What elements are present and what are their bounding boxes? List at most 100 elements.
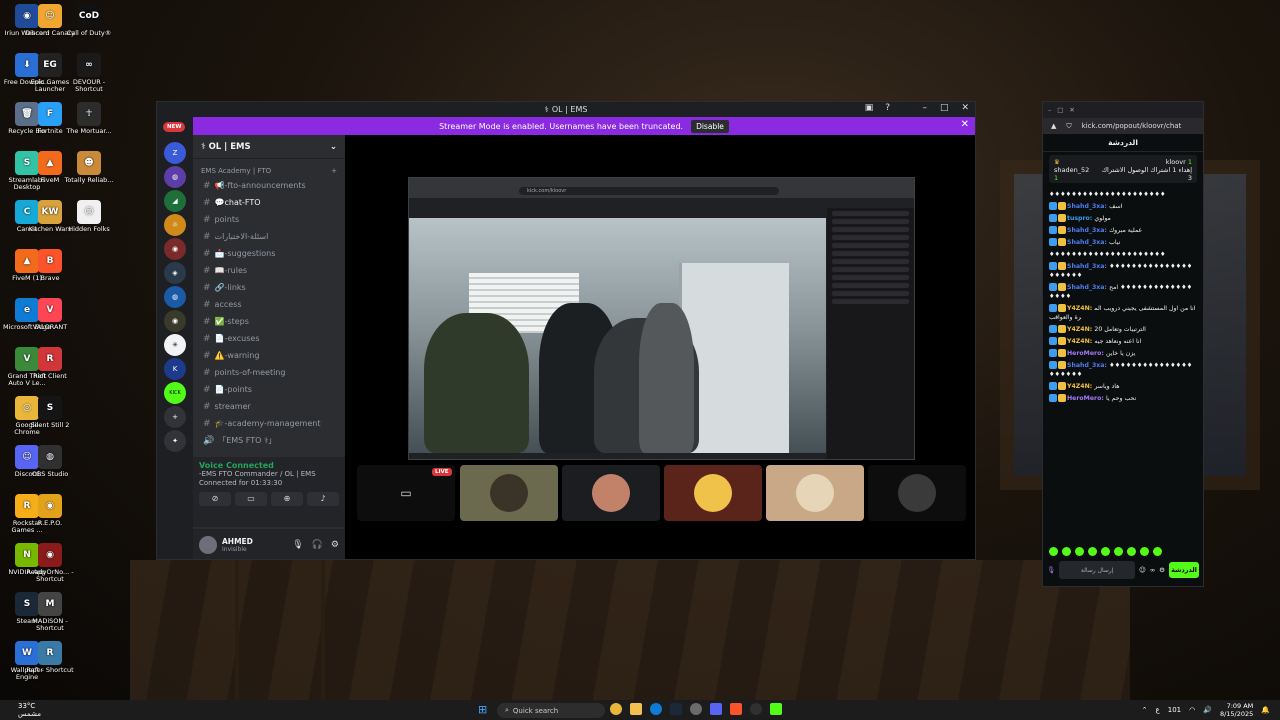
- desktop-shortcut[interactable]: ◍ OBS Studio: [25, 445, 75, 493]
- channel-item[interactable]: # 📖-rules: [193, 262, 345, 279]
- emote-icon[interactable]: [1088, 547, 1097, 556]
- gear-icon[interactable]: ⚙: [331, 540, 339, 550]
- headphones-icon[interactable]: 🎧: [312, 540, 323, 550]
- tile-participant[interactable]: [766, 465, 864, 521]
- server-icon-dark[interactable]: ◈: [164, 262, 186, 284]
- minimize-button[interactable]: –: [1048, 106, 1051, 114]
- emoji-icon[interactable]: ☺: [1139, 566, 1146, 574]
- activity-button[interactable]: ⊕: [271, 492, 303, 506]
- explore-icon[interactable]: ✦: [164, 430, 186, 452]
- banner-close-icon[interactable]: ✕: [961, 119, 969, 130]
- server-icon-blue[interactable]: ◍: [164, 286, 186, 308]
- desktop-shortcut[interactable]: ☥ The Mortuar...: [64, 102, 114, 150]
- channel-item[interactable]: # ✅-steps: [193, 313, 345, 330]
- tile-participant[interactable]: [664, 465, 762, 521]
- start-icon[interactable]: ⊞: [478, 703, 487, 716]
- channel-item[interactable]: # 🎓-academy-management: [193, 415, 345, 432]
- emote-icon[interactable]: [1114, 547, 1123, 556]
- channel-item[interactable]: # points-of-meeting: [193, 364, 345, 381]
- channel-item[interactable]: 🔊 「EMS FTO ⚕」: [193, 432, 345, 449]
- chat-username[interactable]: HeroMero:: [1067, 350, 1106, 357]
- discord-icon[interactable]: [710, 703, 722, 715]
- desktop-shortcut[interactable]: CoD Call of Duty®: [64, 4, 114, 52]
- disable-button[interactable]: Disable: [691, 119, 729, 133]
- clock[interactable]: 7:09 AM 8/15/2025: [1220, 702, 1253, 718]
- close-button[interactable]: ✕: [1069, 106, 1074, 114]
- avatar[interactable]: [199, 535, 217, 554]
- chat-username[interactable]: Y4Z4N:: [1067, 326, 1094, 333]
- desktop-shortcut[interactable]: M MADiSON - Shortcut: [25, 592, 75, 640]
- desktop-shortcut[interactable]: ◉ ReadyOrNo... - Shortcut: [25, 543, 75, 591]
- server-icon-zz[interactable]: Z: [164, 142, 186, 164]
- server-icon-green[interactable]: ◢: [164, 190, 186, 212]
- channel-item[interactable]: # access: [193, 296, 345, 313]
- chat-username[interactable]: HeroMero:: [1067, 395, 1106, 402]
- tile-participant[interactable]: [868, 465, 966, 521]
- battery-indicator[interactable]: 101: [1168, 706, 1181, 714]
- soundboard-button[interactable]: ♪: [307, 492, 339, 506]
- server-icon-orange[interactable]: ☼: [164, 214, 186, 236]
- channel-item[interactable]: # streamer: [193, 398, 345, 415]
- channel-item[interactable]: # 📩-suggestions: [193, 245, 345, 262]
- chat-username[interactable]: Shahd_3xa:: [1067, 203, 1109, 210]
- chat-username[interactable]: Shahd_3xa:: [1067, 227, 1109, 234]
- desktop-shortcut[interactable]: R Riot Client: [25, 347, 75, 395]
- server-icon-k[interactable]: K: [164, 358, 186, 380]
- add-server-icon[interactable]: +: [164, 406, 186, 428]
- voice-channel-name[interactable]: -EMS FTO Commander / OL | EMS: [199, 470, 339, 479]
- volume-icon[interactable]: 🔊: [1203, 706, 1212, 714]
- server-icon-kick[interactable]: KICK: [164, 382, 186, 404]
- chat-username[interactable]: Y4Z4N:: [1067, 383, 1094, 390]
- pinned-message[interactable]: ♛ shaden_52 1 kloovr 1 إهداء 1 اشتراك ال…: [1049, 155, 1197, 183]
- gear-icon[interactable]: ⚙: [1159, 566, 1165, 574]
- close-button[interactable]: ✕: [961, 103, 969, 113]
- maximize-button[interactable]: □: [1057, 106, 1063, 114]
- emote-icon[interactable]: [1101, 547, 1110, 556]
- weather-widget[interactable]: 33°C مشمس: [18, 702, 41, 718]
- channel-item[interactable]: # 📄-excuses: [193, 330, 345, 347]
- emote-icon[interactable]: [1153, 547, 1162, 556]
- add-channel-icon[interactable]: +: [331, 167, 337, 175]
- emote-icon[interactable]: [1049, 547, 1058, 556]
- category-header[interactable]: EMS Academy | FTO +: [193, 159, 345, 177]
- server-header[interactable]: ⚕ OL | EMS ⌄: [193, 135, 345, 159]
- chevron-up-icon[interactable]: ⌃: [1142, 706, 1148, 714]
- chat-input[interactable]: إرسال رسالة: [1059, 561, 1135, 579]
- channel-item[interactable]: # 🔗-links: [193, 279, 345, 296]
- desktop-shortcut[interactable]: V VALORANT: [25, 298, 75, 346]
- desktop-shortcut[interactable]: ◉ R.E.P.O.: [25, 494, 75, 542]
- chrome-icon[interactable]: [610, 703, 622, 715]
- chat-username[interactable]: Shahd_3xa:: [1067, 263, 1109, 270]
- channel-item[interactable]: # اسئلة-الاختبارات: [193, 228, 345, 245]
- tile-participant[interactable]: [460, 465, 558, 521]
- screen-share-preview[interactable]: kick.com/kloovr: [408, 177, 915, 460]
- desktop-shortcut[interactable]: B Brave: [25, 249, 75, 297]
- emote-icon[interactable]: [1140, 547, 1149, 556]
- tile-participant[interactable]: [562, 465, 660, 521]
- steam-icon[interactable]: [670, 703, 682, 715]
- server-icon-olive[interactable]: ◉: [164, 310, 186, 332]
- kick-address-bar[interactable]: ▲ ⛉ kick.com/popout/kloovr/chat: [1043, 118, 1203, 134]
- desktop-shortcut[interactable]: S Silent Still 2: [25, 396, 75, 444]
- mic-icon[interactable]: 🎙: [292, 540, 303, 550]
- obs-icon[interactable]: [750, 703, 762, 715]
- server-icon-red[interactable]: ◉: [164, 238, 186, 260]
- channel-item[interactable]: # ⚠️-warning: [193, 347, 345, 364]
- search-input[interactable]: ⌕ Quick search: [497, 703, 605, 718]
- channel-item[interactable]: # 📢-fto-announcements: [193, 177, 345, 194]
- wifi-icon[interactable]: ◠: [1189, 706, 1195, 714]
- edge-icon[interactable]: [650, 703, 662, 715]
- gear-icon[interactable]: [690, 703, 702, 715]
- kick-icon[interactable]: [770, 703, 782, 715]
- chat-username[interactable]: Y4Z4N:: [1067, 338, 1094, 345]
- lang-indicator[interactable]: ع: [1156, 706, 1160, 714]
- emote-icon[interactable]: [1075, 547, 1084, 556]
- server-icon-ems[interactable]: ✳: [164, 334, 186, 356]
- folder-icon[interactable]: [630, 703, 642, 715]
- channel-item[interactable]: # 💬chat-FTO: [193, 194, 345, 211]
- camera-button[interactable]: ⊘: [199, 492, 231, 506]
- chat-username[interactable]: tuspro:: [1067, 215, 1094, 222]
- notification-icon[interactable]: 🔔: [1261, 706, 1270, 714]
- help-icon[interactable]: ?: [885, 103, 890, 113]
- channel-item[interactable]: # points: [193, 211, 345, 228]
